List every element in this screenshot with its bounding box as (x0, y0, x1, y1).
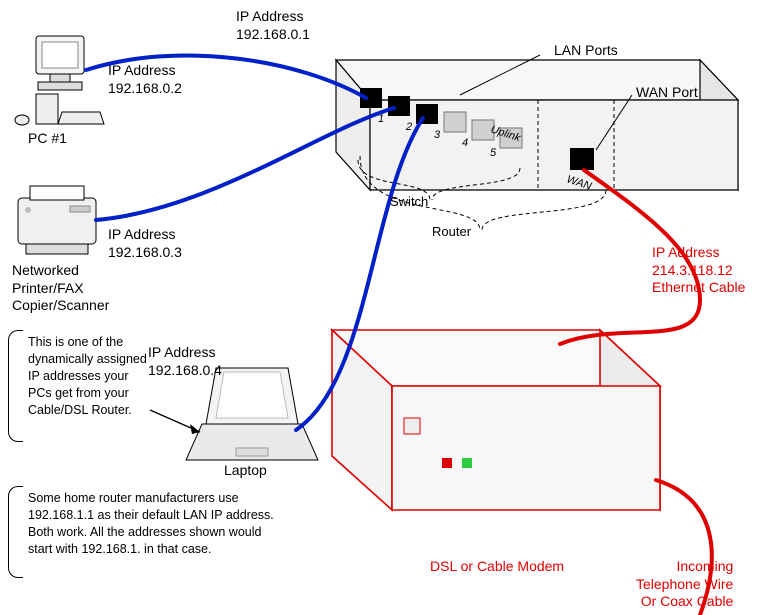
laptop-name: Laptop (224, 462, 267, 480)
switch-label: Switch (390, 194, 428, 210)
dhcp-note: This is one of the dynamically assigned … (20, 328, 156, 424)
printer-device (18, 186, 96, 254)
wan-ip-label: IP Address 214.3.118.12 Ethernet Cable (652, 244, 745, 297)
modem-name: DSL or Cable Modem (430, 558, 564, 576)
wan-port-label: WAN Port (636, 84, 698, 102)
pc1-device (15, 36, 104, 125)
incoming-label: Incoming Telephone Wire Or Coax Cable (636, 558, 733, 611)
alt-subnet-note: Some home router manufacturers use 192.1… (20, 484, 286, 564)
printer-ip-label: IP Address 192.168.0.3 (108, 226, 182, 261)
printer-name: Networked Printer/FAX Copier/Scanner (12, 262, 109, 315)
router-ip-label: IP Address 192.168.0.1 (236, 8, 310, 43)
laptop-ip-label: IP Address 192.168.0.4 (148, 344, 222, 379)
port-5-label: 5 (490, 147, 497, 159)
router-label: Router (432, 224, 471, 240)
modem-device (332, 330, 660, 510)
laptop-device (186, 368, 318, 460)
pc1-ip-label: IP Address 192.168.0.2 (108, 62, 182, 97)
port-4-label: 4 (462, 137, 468, 149)
dhcp-arrow (150, 410, 200, 434)
network-diagram: 1 2 3 4 5 Uplink WAN (0, 0, 760, 615)
pc1-name: PC #1 (28, 130, 67, 148)
port-3-label: 3 (434, 129, 441, 141)
port-2-label: 2 (405, 121, 412, 133)
lan-ports-label: LAN Ports (554, 42, 618, 60)
